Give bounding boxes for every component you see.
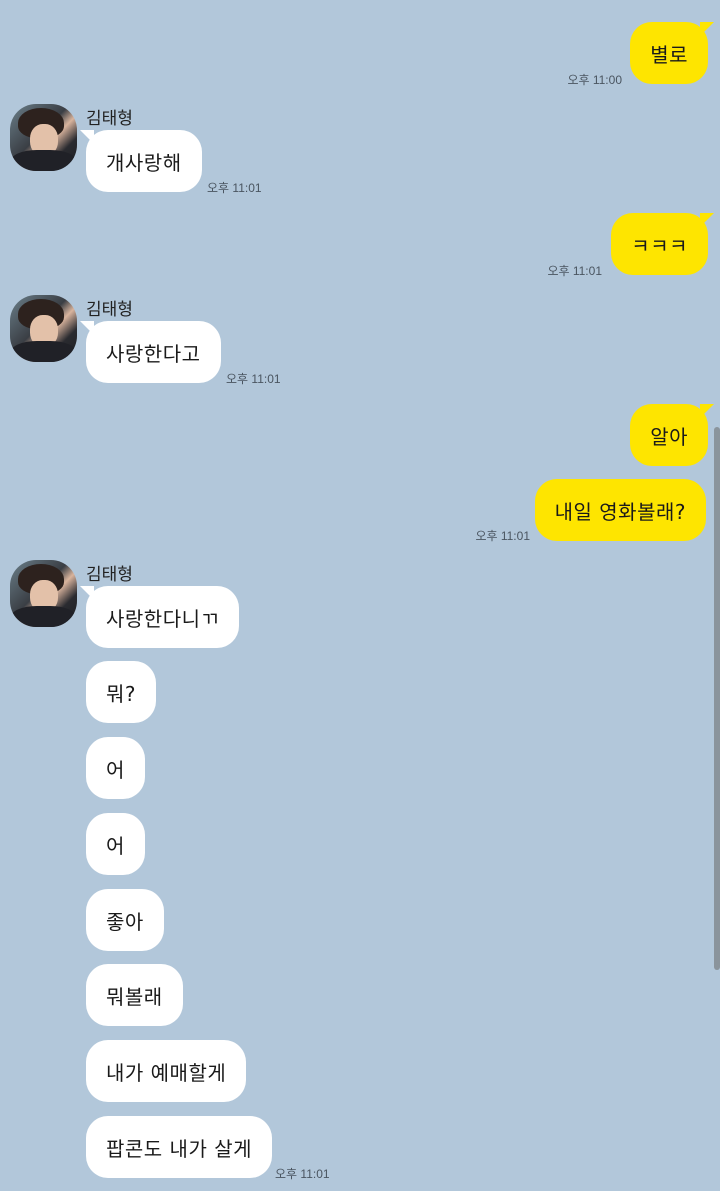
- message-text: 팝콘도 내가 살게: [106, 1136, 253, 1161]
- message-text: 사랑한다니ㄲ: [106, 606, 220, 631]
- contact-name: 김태형: [86, 565, 133, 585]
- message-bubble-theirs[interactable]: 어: [86, 813, 145, 875]
- message-bubble-mine[interactable]: 별로: [630, 22, 714, 84]
- message-timestamp: 오후 11:01: [275, 1167, 330, 1181]
- scrollbar[interactable]: [714, 427, 720, 970]
- message-text: ㅋㅋㅋ: [631, 233, 688, 258]
- message-bubble-theirs[interactable]: 어: [86, 737, 145, 799]
- message-bubble-theirs[interactable]: 사랑한다니ㄲ: [80, 586, 240, 648]
- message-text: 내가 예매할게: [106, 1060, 227, 1085]
- message-text: 별로: [650, 42, 688, 67]
- message-timestamp: 오후 11:01: [226, 372, 281, 386]
- message-timestamp: 오후 11:00: [567, 73, 622, 87]
- contact-name: 김태형: [86, 109, 133, 129]
- message-text: 사랑한다고: [106, 341, 201, 366]
- message-text: 어: [106, 757, 125, 782]
- message-timestamp: 오후 11:01: [207, 181, 262, 195]
- message-text: 뭐볼래: [106, 984, 163, 1009]
- contact-avatar[interactable]: [10, 104, 77, 171]
- message-bubble-theirs[interactable]: 사랑한다고: [80, 321, 221, 383]
- message-bubble-theirs[interactable]: 내가 예매할게: [86, 1040, 247, 1102]
- message-bubble-theirs[interactable]: 뭐볼래: [86, 964, 183, 1026]
- contact-name: 김태형: [86, 300, 133, 320]
- message-text: 좋아: [106, 909, 144, 934]
- message-bubble-theirs[interactable]: 팝콘도 내가 살게: [86, 1116, 273, 1178]
- message-text: 내일 영화볼래?: [554, 499, 686, 524]
- message-bubble-theirs[interactable]: 뭐?: [86, 661, 157, 723]
- message-timestamp: 오후 11:01: [475, 529, 530, 543]
- message-bubble-mine[interactable]: 알아: [630, 404, 714, 466]
- message-bubble-theirs[interactable]: 개사랑해: [80, 130, 202, 192]
- contact-avatar[interactable]: [10, 295, 77, 362]
- message-text: 개사랑해: [106, 150, 182, 175]
- message-text: 알아: [650, 424, 688, 449]
- message-text: 뭐?: [106, 681, 137, 706]
- message-timestamp: 오후 11:01: [547, 264, 602, 278]
- contact-avatar[interactable]: [10, 560, 77, 627]
- message-bubble-mine[interactable]: ㅋㅋㅋ: [611, 213, 714, 275]
- message-bubble-mine[interactable]: 내일 영화볼래?: [534, 479, 706, 541]
- message-text: 어: [106, 833, 125, 858]
- message-bubble-theirs[interactable]: 좋아: [86, 889, 164, 951]
